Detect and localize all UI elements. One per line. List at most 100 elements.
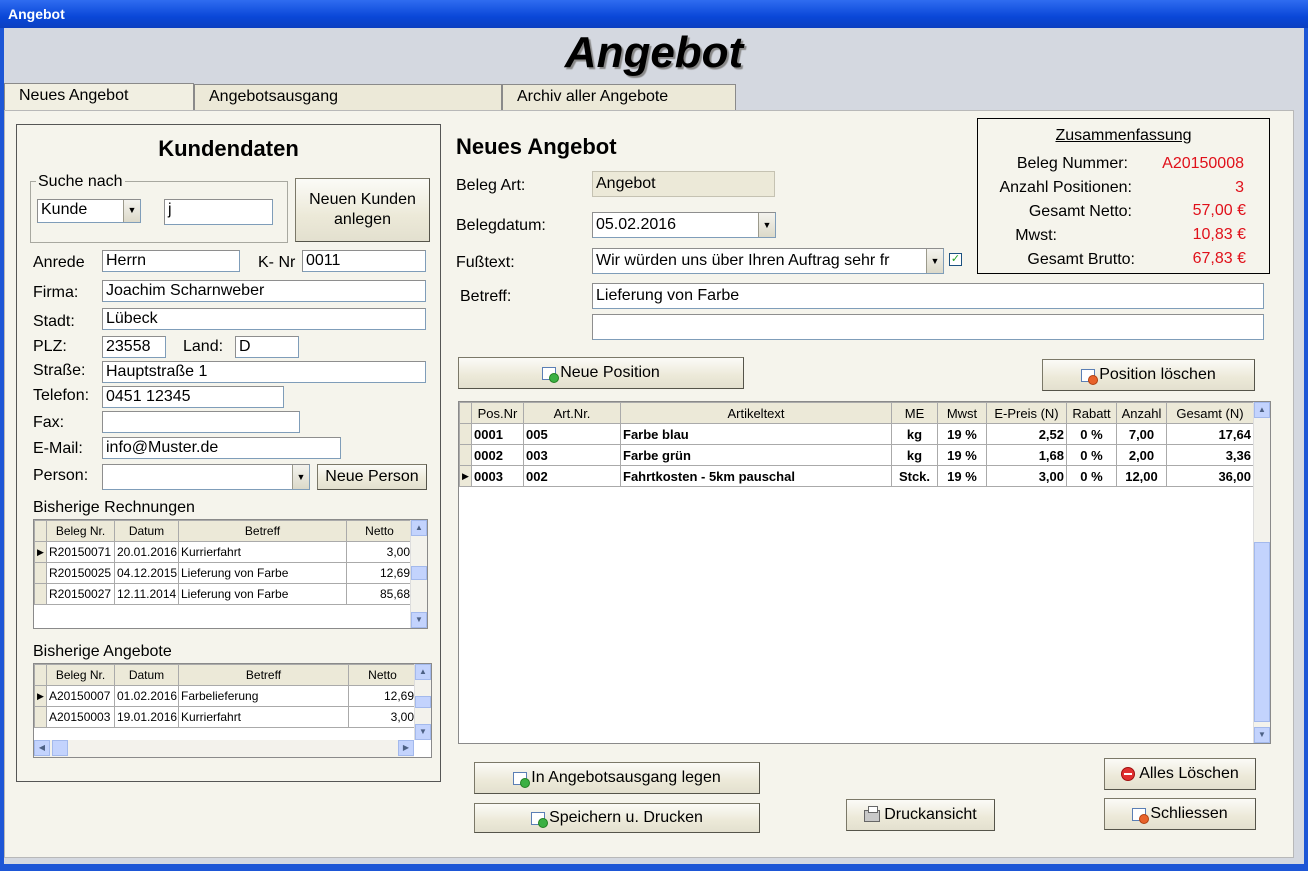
table-cell[interactable]: 0001 <box>471 423 524 445</box>
table-row[interactable]: 0001 005 Farbe blau kg 19 % 2,52 0 % 7,0… <box>459 423 1254 445</box>
table-cell[interactable]: 0 % <box>1066 465 1117 487</box>
column-header[interactable]: Netto <box>348 664 417 686</box>
search-input[interactable]: j <box>164 199 273 225</box>
invoices-scrollbar[interactable]: ▲ ▼ <box>410 520 427 628</box>
table-cell[interactable]: kg <box>891 423 938 445</box>
table-cell[interactable]: kg <box>891 444 938 466</box>
table-row[interactable]: R20150025 04.12.2015 Lieferung von Farbe… <box>34 562 413 584</box>
table-row[interactable]: ▶ 0003 002 Fahrtkosten - 5km pauschal St… <box>459 465 1254 487</box>
column-header[interactable]: Beleg Nr. <box>46 520 115 542</box>
column-header[interactable]: Gesamt (N) <box>1166 402 1254 424</box>
scroll-thumb[interactable] <box>411 566 427 580</box>
search-field-select[interactable]: Kunde ▼ <box>37 199 141 223</box>
table-cell[interactable]: 0 % <box>1066 423 1117 445</box>
table-cell[interactable]: 0002 <box>471 444 524 466</box>
column-header[interactable]: Beleg Nr. <box>46 664 115 686</box>
table-row[interactable]: R20150027 12.11.2014 Lieferung von Farbe… <box>34 583 413 605</box>
table-cell[interactable]: 19 % <box>937 423 987 445</box>
column-header[interactable]: E-Preis (N) <box>986 402 1067 424</box>
offers-scrollbar[interactable]: ▲ ▼ <box>414 664 431 740</box>
scroll-left-icon[interactable]: ◀ <box>34 740 50 756</box>
fusstext-select[interactable]: Wir würden uns über Ihren Auftrag sehr f… <box>592 248 944 274</box>
chevron-down-icon[interactable]: ▼ <box>123 200 140 222</box>
column-header[interactable]: Rabatt <box>1066 402 1117 424</box>
knr-field[interactable]: 0011 <box>302 250 426 272</box>
table-cell[interactable]: 3,36 <box>1166 444 1254 466</box>
column-header[interactable]: Datum <box>114 520 179 542</box>
table-cell[interactable]: 003 <box>523 444 621 466</box>
table-cell[interactable]: 1,68 <box>986 444 1067 466</box>
table-cell[interactable]: 19 % <box>937 444 987 466</box>
strasse-field[interactable]: Hauptstraße 1 <box>102 361 426 383</box>
column-header[interactable]: Netto <box>346 520 413 542</box>
column-header[interactable]: Art.Nr. <box>523 402 621 424</box>
column-header[interactable]: Artikeltext <box>620 402 892 424</box>
anrede-field[interactable]: Herrn <box>102 250 240 272</box>
table-cell[interactable]: 19 % <box>937 465 987 487</box>
column-header[interactable]: Betreff <box>178 664 349 686</box>
column-header[interactable]: Datum <box>114 664 179 686</box>
column-header[interactable]: ME <box>891 402 938 424</box>
table-row[interactable]: ▶ R20150071 20.01.2016 Kurrierfahrt 3,00 <box>34 541 413 563</box>
table-row[interactable]: A20150003 19.01.2016 Kurrierfahrt 3,00 <box>34 706 417 728</box>
betreff-input-2[interactable] <box>592 314 1264 340</box>
scroll-up-icon[interactable]: ▲ <box>411 520 427 536</box>
column-header[interactable]: Mwst <box>937 402 987 424</box>
table-cell[interactable]: 002 <box>523 465 621 487</box>
tab-angebotsausgang[interactable]: Angebotsausgang <box>194 84 502 110</box>
belegdatum-picker[interactable]: 05.02.2016 ▼ <box>592 212 776 238</box>
table-cell[interactable]: Fahrtkosten - 5km pauschal <box>620 465 892 487</box>
new-position-button[interactable]: Neue Position <box>458 357 744 389</box>
delete-position-button[interactable]: Position löschen <box>1042 359 1255 391</box>
positions-scrollbar[interactable]: ▲ ▼ <box>1253 402 1270 743</box>
offers-hscrollbar[interactable]: ◀ ▶ <box>34 740 414 757</box>
fusstext-checkbox[interactable]: ✓ <box>949 253 962 266</box>
email-field[interactable]: info@Muster.de <box>102 437 341 459</box>
table-cell[interactable]: Stck. <box>891 465 938 487</box>
invoices-grid[interactable]: Beleg Nr. Datum Betreff Netto ▶ R2015007… <box>33 519 428 629</box>
stadt-field[interactable]: Lübeck <box>102 308 426 330</box>
tab-neues-angebot[interactable]: Neues Angebot <box>4 83 194 111</box>
column-header[interactable]: Anzahl <box>1116 402 1167 424</box>
table-cell[interactable]: 7,00 <box>1116 423 1167 445</box>
scroll-down-icon[interactable]: ▼ <box>415 724 431 740</box>
scroll-down-icon[interactable]: ▼ <box>411 612 427 628</box>
move-to-outbox-button[interactable]: In Angebotsausgang legen <box>474 762 760 794</box>
scroll-up-icon[interactable]: ▲ <box>415 664 431 680</box>
scroll-thumb[interactable] <box>1254 542 1270 722</box>
save-print-button[interactable]: Speichern u. Drucken <box>474 803 760 833</box>
table-cell[interactable]: 0003 <box>471 465 524 487</box>
chevron-down-icon[interactable]: ▼ <box>758 213 775 237</box>
clear-all-button[interactable]: Alles Löschen <box>1104 758 1256 790</box>
print-preview-button[interactable]: Druckansicht <box>846 799 995 831</box>
table-cell[interactable]: Farbe grün <box>620 444 892 466</box>
chevron-down-icon[interactable]: ▼ <box>292 465 309 489</box>
close-button[interactable]: Schliessen <box>1104 798 1256 830</box>
table-row[interactable]: ▶ A20150007 01.02.2016 Farbelieferung 12… <box>34 685 417 707</box>
positions-grid[interactable]: Pos.Nr Art.Nr. Artikeltext ME Mwst E-Pre… <box>458 401 1271 744</box>
firma-field[interactable]: Joachim Scharnweber <box>102 280 426 302</box>
fax-field[interactable] <box>102 411 300 433</box>
new-person-button[interactable]: Neue Person <box>317 464 427 490</box>
table-cell[interactable]: 17,64 <box>1166 423 1254 445</box>
scroll-thumb[interactable] <box>415 696 431 708</box>
plz-field[interactable]: 23558 <box>102 336 166 358</box>
table-cell[interactable]: 12,00 <box>1116 465 1167 487</box>
scroll-up-icon[interactable]: ▲ <box>1254 402 1270 418</box>
table-cell[interactable]: Farbe blau <box>620 423 892 445</box>
betreff-input-1[interactable]: Lieferung von Farbe <box>592 283 1264 309</box>
scroll-down-icon[interactable]: ▼ <box>1254 727 1270 743</box>
column-header[interactable]: Betreff <box>178 520 347 542</box>
offers-grid[interactable]: Beleg Nr. Datum Betreff Netto ▶ A2015000… <box>33 663 432 758</box>
table-cell[interactable]: 2,52 <box>986 423 1067 445</box>
table-cell[interactable]: 2,00 <box>1116 444 1167 466</box>
person-select[interactable]: ▼ <box>102 464 310 490</box>
scroll-thumb[interactable] <box>52 740 68 756</box>
chevron-down-icon[interactable]: ▼ <box>926 249 943 273</box>
table-row[interactable]: 0002 003 Farbe grün kg 19 % 1,68 0 % 2,0… <box>459 444 1254 466</box>
column-header[interactable]: Pos.Nr <box>471 402 524 424</box>
scroll-right-icon[interactable]: ▶ <box>398 740 414 756</box>
table-cell[interactable]: 3,00 <box>986 465 1067 487</box>
land-field[interactable]: D <box>235 336 299 358</box>
telefon-field[interactable]: 0451 12345 <box>102 386 284 408</box>
